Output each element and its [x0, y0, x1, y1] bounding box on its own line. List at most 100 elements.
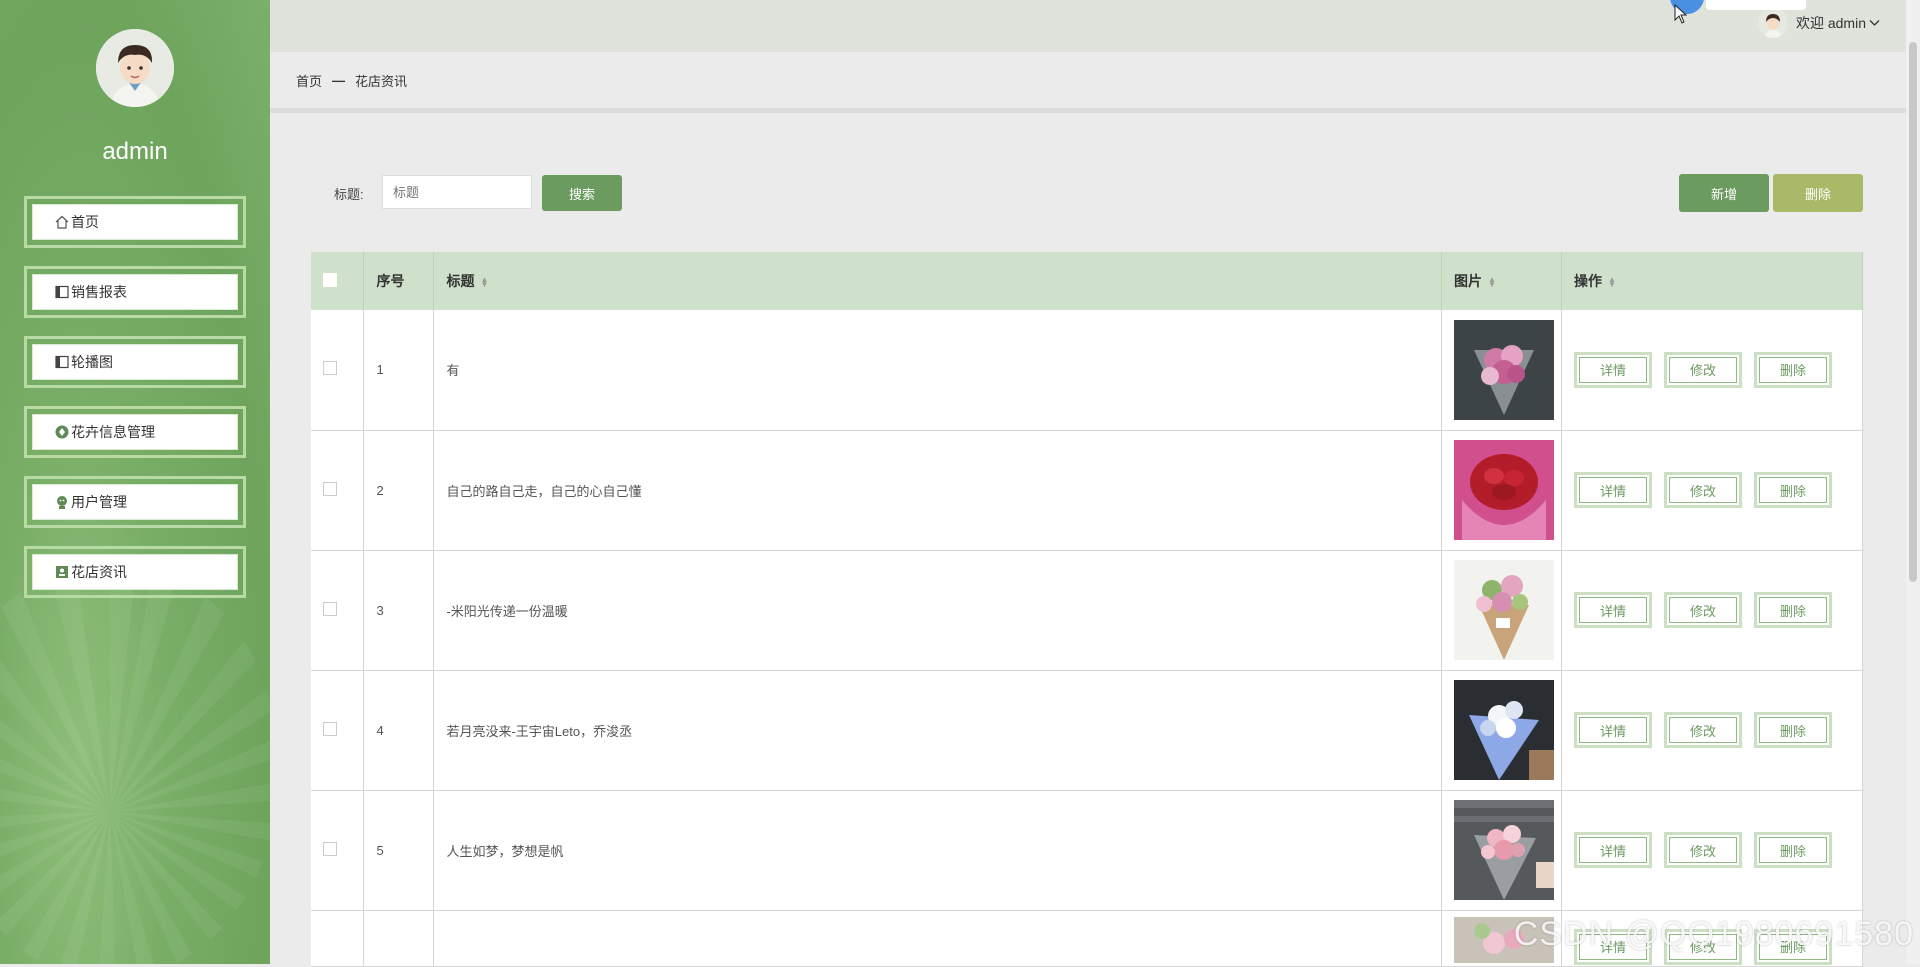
sidebar-item-label: 首页 — [71, 214, 99, 230]
watermark: CSDN @QQ1980691580 — [1513, 915, 1914, 953]
detail-button[interactable]: 详情 — [1573, 712, 1652, 748]
row-delete-button[interactable]: 删除 — [1753, 712, 1832, 748]
select-all-checkbox[interactable] — [323, 272, 337, 287]
row-delete-button[interactable]: 删除 — [1753, 472, 1832, 508]
column-header-image[interactable]: 图片 ▲ ▼ — [1441, 252, 1562, 310]
row-image-cell — [1441, 550, 1562, 671]
flower-icon — [55, 425, 69, 439]
sidebar-username: admin — [102, 138, 168, 165]
row-checkbox[interactable] — [323, 721, 337, 736]
header-label: 序号 — [376, 273, 405, 289]
row-image-cell — [1441, 790, 1562, 911]
sidebar-item-carousel[interactable]: 轮播图 — [24, 336, 246, 388]
sidebar-item-flower-info[interactable]: 花卉信息管理 — [24, 406, 246, 458]
home-icon — [55, 215, 69, 229]
sidebar: admin 首页 销售报表 轮播图 花卉信息管理 用户管理 花店资讯 — [0, 0, 270, 964]
mouse-cursor-icon — [1674, 3, 1688, 29]
flower-thumbnail[interactable] — [1454, 680, 1554, 780]
column-header-title[interactable]: 标题 ▲ ▼ — [433, 252, 1442, 310]
row-image-cell — [1441, 430, 1562, 551]
sidebar-item-label: 用户管理 — [71, 494, 127, 510]
header-label: 操作 — [1573, 273, 1602, 289]
scrollbar-thumb[interactable] — [1909, 42, 1917, 582]
sidebar-item-label: 轮播图 — [71, 354, 113, 370]
sidebar-item-label: 销售报表 — [71, 284, 127, 300]
sidebar-item-home[interactable]: 首页 — [24, 196, 246, 248]
row-checkbox[interactable] — [323, 361, 337, 376]
breadcrumb-separator: — — [332, 72, 346, 88]
sort-icon[interactable]: ▲ ▼ — [1608, 276, 1616, 289]
detail-button[interactable]: 详情 — [1573, 351, 1652, 388]
sidebar-item-shop-news[interactable]: 花店资讯 — [24, 546, 246, 598]
search-button[interactable]: 搜索 — [542, 175, 622, 211]
table-row: 2 自己的路自己走，自己的心自己懂 详情 修改 删除 — [311, 430, 1864, 551]
table-row: 4 若月亮没来-王宇宙Leto，乔浚丞 详情 修改 删除 — [311, 670, 1864, 791]
row-title: 有 — [433, 310, 1442, 431]
edit-button[interactable]: 修改 — [1663, 592, 1742, 628]
breadcrumb-home[interactable]: 首页 — [296, 71, 322, 90]
flower-thumbnail[interactable] — [1454, 440, 1554, 540]
row-title — [433, 910, 1442, 967]
row-checkbox[interactable] — [323, 841, 337, 856]
row-index: 1 — [363, 310, 435, 431]
row-index: 3 — [363, 550, 435, 671]
flower-thumbnail[interactable] — [1454, 319, 1554, 420]
row-image-cell — [1441, 670, 1562, 791]
row-ops: 详情 修改 删除 — [1561, 310, 1864, 431]
sort-icon[interactable]: ▲ ▼ — [480, 276, 488, 289]
row-ops: 详情 修改 删除 — [1561, 670, 1864, 791]
row-title: 人生如梦，梦想是帆 — [433, 790, 1442, 911]
sidebar-item-label: 花卉信息管理 — [71, 424, 155, 440]
user-menu[interactable]: 欢迎 admin — [1757, 8, 1880, 38]
sort-icon[interactable]: ▲ ▼ — [1488, 276, 1496, 289]
row-ops: 详情 修改 删除 — [1561, 790, 1864, 911]
table-row: 5 人生如梦，梦想是帆 详情 修改 删除 — [311, 790, 1864, 911]
row-image-cell — [1441, 310, 1562, 431]
page-scrollbar[interactable] — [1906, 0, 1920, 964]
column-header-index: 序号 — [363, 252, 435, 310]
row-delete-button[interactable]: 删除 — [1753, 592, 1832, 628]
edit-button[interactable]: 修改 — [1663, 472, 1742, 508]
row-index: 5 — [363, 790, 435, 911]
row-index: 2 — [363, 430, 435, 551]
news-table: 序号 标题 ▲ ▼ 图片 ▲ ▼ 操作 ▲ ▼ 1 有 详情 修改 删除 2 自… — [311, 252, 1864, 967]
row-title: -米阳光传递一份温暖 — [433, 550, 1442, 671]
row-title: 自己的路自己走，自己的心自己懂 — [433, 430, 1442, 551]
avatar — [1757, 8, 1788, 38]
table-row: 3 -米阳光传递一份温暖 详情 修改 删除 — [311, 550, 1864, 671]
flower-thumbnail[interactable] — [1454, 800, 1554, 900]
edit-button[interactable]: 修改 — [1663, 351, 1742, 388]
row-ops: 详情 修改 删除 — [1561, 430, 1864, 551]
search-input[interactable] — [382, 175, 532, 209]
table-row: 1 有 详情 修改 删除 — [311, 310, 1864, 431]
search-label: 标题: — [334, 187, 364, 202]
row-delete-button[interactable]: 删除 — [1753, 351, 1832, 388]
detail-button[interactable]: 详情 — [1573, 592, 1652, 628]
column-header-ops[interactable]: 操作 ▲ ▼ — [1561, 252, 1864, 310]
detail-button[interactable]: 详情 — [1573, 832, 1652, 868]
welcome-text: 欢迎 admin — [1795, 15, 1866, 31]
header-label: 图片 — [1454, 273, 1482, 289]
add-button[interactable]: 新增 — [1679, 174, 1769, 212]
detail-button[interactable]: 详情 — [1573, 472, 1652, 508]
avatar[interactable] — [96, 29, 174, 107]
delete-button[interactable]: 删除 — [1773, 174, 1863, 212]
chevron-down-icon — [1869, 16, 1880, 30]
sidebar-item-user-management[interactable]: 用户管理 — [24, 476, 246, 528]
row-checkbox[interactable] — [323, 601, 337, 616]
breadcrumb-current: 花店资讯 — [355, 73, 408, 89]
breadcrumb: 首页 — 花店资讯 — [270, 52, 1920, 113]
row-checkbox[interactable] — [323, 481, 337, 496]
user-icon — [55, 495, 69, 509]
panel-icon — [55, 355, 69, 369]
sidebar-item-label: 花店资讯 — [71, 564, 127, 580]
row-delete-button[interactable]: 删除 — [1753, 832, 1832, 868]
row-ops: 详情 修改 删除 — [1561, 550, 1864, 671]
sidebar-item-sales-report[interactable]: 销售报表 — [24, 266, 246, 318]
edit-button[interactable]: 修改 — [1663, 832, 1742, 868]
edit-button[interactable]: 修改 — [1663, 712, 1742, 748]
flower-thumbnail[interactable] — [1454, 560, 1554, 660]
row-title: 若月亮没来-王宇宙Leto，乔浚丞 — [433, 670, 1442, 791]
select-all-cell — [311, 252, 365, 310]
floating-panel — [1706, 0, 1806, 10]
